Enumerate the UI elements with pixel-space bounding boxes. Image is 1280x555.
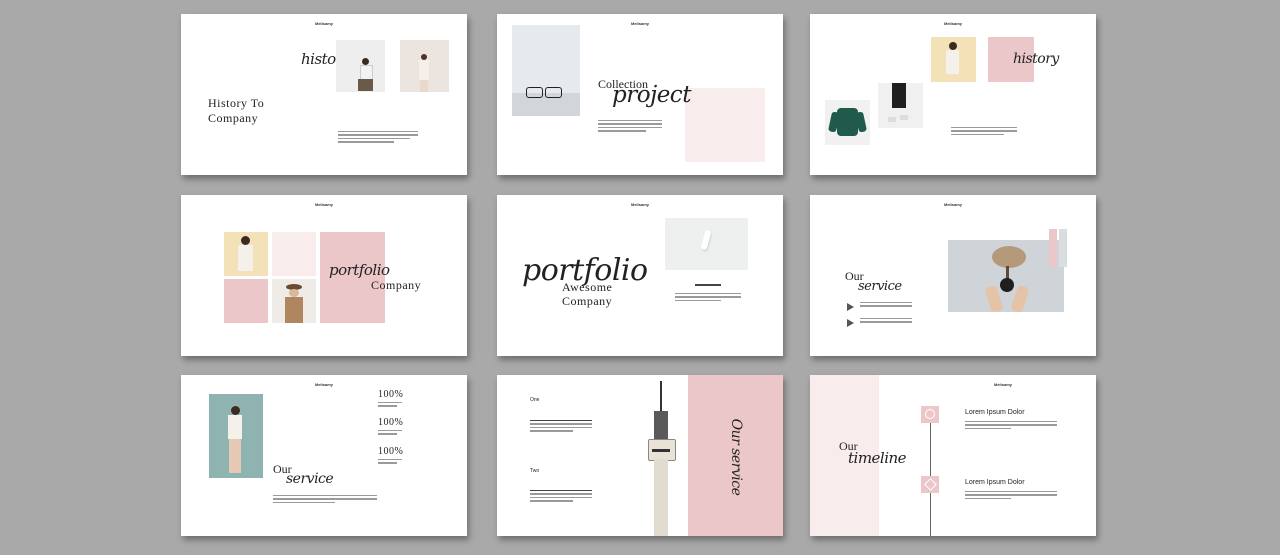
photo-woman-beige (931, 37, 976, 82)
pink-block (685, 88, 765, 162)
brand-label: Melisamy (630, 202, 649, 207)
timeline-line (930, 493, 931, 536)
photo-white-sculpture (665, 218, 748, 270)
project-script-title: project (612, 82, 691, 108)
brand-label: Melisamy (993, 382, 1012, 387)
photo-hands-plant (948, 240, 1064, 312)
body-text-block (965, 421, 1057, 431)
company-heading: Company (562, 294, 613, 308)
body-text-block (675, 293, 741, 303)
photo-woman-teal (209, 394, 263, 478)
body-text-block (530, 420, 592, 434)
company-heading: Company (371, 278, 422, 292)
timeline-heading-1: Lorem Ipsum Dolor (965, 409, 1025, 416)
photo-woman-chair (336, 40, 385, 92)
awesome-heading: Awesome (562, 280, 613, 294)
clock-icon (921, 406, 939, 423)
photo-woman-standing (400, 40, 449, 92)
slide-portfolio-company[interactable]: Melisamy portfolio Company (181, 195, 467, 356)
body-text-block (951, 127, 1017, 137)
photo-woman-yellow (224, 232, 268, 276)
body-text-block (860, 302, 912, 309)
box-icon (921, 476, 939, 493)
percent-stat-2: 100% (378, 417, 404, 428)
pink-accent-bar (1049, 229, 1057, 267)
history-script-title: history (1013, 51, 1059, 67)
photo-woman-hat (272, 279, 316, 323)
slide-awesome-company[interactable]: Melisamy portfolio Awesome Company (497, 195, 783, 356)
timeline-line (930, 423, 931, 477)
timeline-heading-2: Lorem Ipsum Dolor (965, 479, 1025, 486)
percent-stat-3: 100% (378, 446, 404, 457)
light-pink-tile (272, 232, 316, 276)
body-text-block (598, 120, 662, 134)
divider-line (695, 284, 721, 286)
photo-tower (635, 375, 689, 536)
brand-label: Melisamy (943, 21, 962, 26)
history-heading-line2: Company (208, 111, 259, 125)
our-service-vertical-title: Our service (728, 418, 744, 496)
grey-accent-bar (1059, 229, 1067, 267)
slide-our-service-stats[interactable]: Melisamy 100% 100% 100% Our service (181, 375, 467, 536)
body-text-block (338, 131, 418, 145)
stat-text (378, 459, 402, 466)
slide-our-service-plant[interactable]: Melisamy Our service (810, 195, 1096, 356)
service-script-title: service (286, 471, 334, 487)
label-two: Two (530, 468, 540, 474)
photo-green-sweater (825, 100, 870, 145)
brand-label: Melisamy (314, 21, 333, 26)
slide-collection-project[interactable]: Melisamy Collection project (497, 14, 783, 175)
photo-pants (878, 83, 923, 128)
slide-tower-service[interactable]: One Two Our service (497, 375, 783, 536)
brand-label: Melisamy (314, 202, 333, 207)
play-icon (847, 319, 854, 327)
photo-glasses (512, 25, 580, 116)
history-heading-line1: History To (208, 96, 265, 110)
stat-text (378, 402, 402, 409)
pink-tile (224, 279, 268, 323)
play-icon (847, 303, 854, 311)
body-text-block (530, 490, 592, 504)
slide-history-to-company[interactable]: Melisamy history History To Company (181, 14, 467, 175)
body-text-block (273, 495, 377, 505)
slide-our-timeline[interactable]: Melisamy Our timeline Lorem Ipsum Dolor … (810, 375, 1096, 536)
service-script-title: service (858, 279, 902, 294)
slide-history-gallery[interactable]: Melisamy history (810, 14, 1096, 175)
brand-label: Melisamy (314, 382, 333, 387)
brand-label: Melisamy (943, 202, 962, 207)
stat-text (378, 430, 402, 437)
timeline-script-title: timeline (848, 449, 907, 467)
body-text-block (860, 318, 912, 325)
percent-stat-1: 100% (378, 389, 404, 400)
portfolio-script-title: portfolio (329, 261, 390, 279)
label-one: One (530, 397, 540, 403)
body-text-block (965, 491, 1057, 501)
